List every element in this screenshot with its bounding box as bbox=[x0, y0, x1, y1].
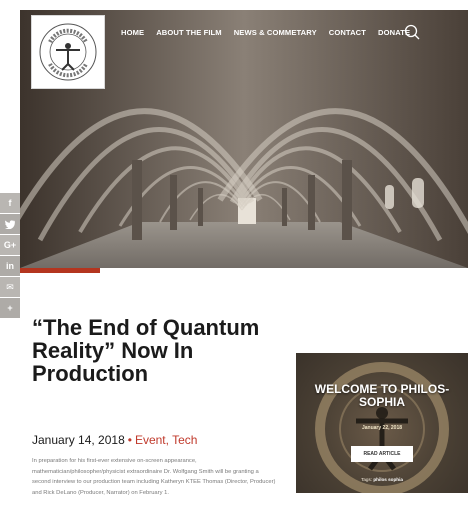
featured-post-card[interactable]: WELCOME TO PHILOS-SOPHIA January 22, 201… bbox=[296, 353, 468, 493]
googleplus-icon: G+ bbox=[3, 240, 17, 250]
more-share-button[interactable]: + bbox=[0, 298, 20, 318]
email-share-button[interactable]: ✉ bbox=[0, 277, 20, 297]
category-separator: , bbox=[165, 433, 169, 447]
linkedin-icon: in bbox=[6, 261, 14, 271]
card-date: January 22, 2018 bbox=[361, 425, 403, 431]
emblem-background-graphic bbox=[315, 362, 449, 493]
read-article-button[interactable]: READ ARTICLE bbox=[351, 446, 413, 462]
card-title[interactable]: WELCOME TO PHILOS-SOPHIA bbox=[296, 383, 468, 409]
googleplus-share-button[interactable]: G+ bbox=[0, 235, 20, 255]
facebook-icon: f bbox=[8, 198, 12, 208]
nav-home[interactable]: HOME bbox=[121, 28, 144, 37]
twitter-share-button[interactable] bbox=[0, 214, 20, 234]
philos-sophia-logo-icon bbox=[39, 23, 97, 81]
search-icon[interactable] bbox=[404, 24, 420, 40]
tag-link-philos-sophia[interactable]: philos sophia bbox=[373, 477, 403, 482]
nav-about-the-film[interactable]: ABOUT THE FILM bbox=[156, 28, 222, 37]
nav-news-commentary[interactable]: NEWS & COMMETARY bbox=[234, 28, 317, 37]
top-navigation: HOME ABOUT THE FILM NEWS & COMMETARY CON… bbox=[20, 10, 468, 88]
category-link-tech[interactable]: Tech bbox=[172, 433, 197, 447]
nav-contact[interactable]: CONTACT bbox=[329, 28, 366, 37]
article-date: January 14, 2018 bbox=[32, 433, 125, 447]
article-excerpt: In preparation for his first-ever extens… bbox=[32, 458, 276, 496]
linkedin-share-button[interactable]: in bbox=[0, 256, 20, 276]
tags-label: Tags: bbox=[361, 477, 373, 482]
twitter-icon bbox=[5, 219, 15, 229]
email-icon: ✉ bbox=[6, 281, 14, 292]
meta-separator: • bbox=[127, 433, 132, 447]
article-title[interactable]: “The End of Quantum Reality” Now In Prod… bbox=[32, 316, 272, 385]
share-sidebar: f G+ in ✉ + bbox=[0, 193, 20, 319]
article-meta: January 14, 2018 • Event, Tech bbox=[32, 433, 197, 447]
more-icon: + bbox=[7, 303, 13, 313]
card-tags: Tags: philos sophia bbox=[296, 477, 468, 482]
facebook-share-button[interactable]: f bbox=[0, 193, 20, 213]
site-logo[interactable] bbox=[32, 16, 104, 88]
accent-divider bbox=[20, 268, 100, 273]
category-link-event[interactable]: Event bbox=[135, 433, 166, 447]
